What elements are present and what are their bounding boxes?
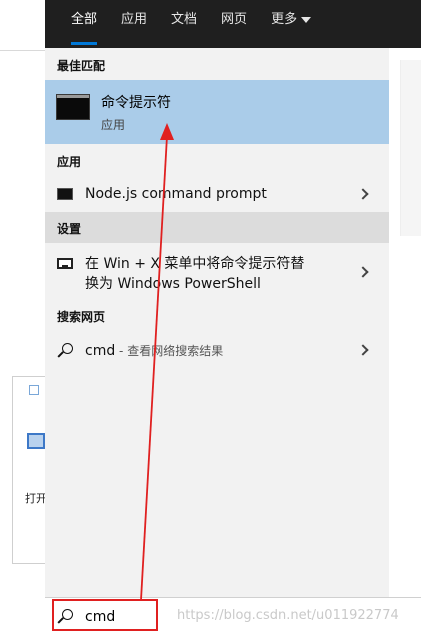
console-icon bbox=[56, 94, 90, 120]
background-divider bbox=[0, 50, 45, 51]
web-suffix: - 查看网络搜索结果 bbox=[115, 344, 224, 358]
web-search-result[interactable]: cmd - 查看网络搜索结果 bbox=[45, 333, 389, 369]
section-settings: 设置 bbox=[57, 222, 82, 236]
background-window-bottom bbox=[0, 566, 45, 634]
web-query: cmd bbox=[85, 343, 116, 359]
best-match-name: 命令提示符 bbox=[101, 95, 171, 111]
best-match-type: 应用 bbox=[101, 118, 126, 132]
tab-all[interactable]: 全部 bbox=[59, 0, 109, 48]
tab-apps[interactable]: 应用 bbox=[109, 0, 159, 48]
section-web-search: 搜索网页 bbox=[57, 310, 106, 324]
console-icon bbox=[57, 188, 73, 200]
search-results-panel: 全部 应用 文档 网页 更多 最佳匹配 命令提示符 应用 应用 Node.js … bbox=[45, 0, 421, 597]
best-match-result[interactable]: 命令提示符 应用 bbox=[45, 80, 389, 144]
section-apps: 应用 bbox=[57, 155, 82, 169]
watermark: https://blog.csdn.net/u011922774 bbox=[177, 608, 399, 623]
chevron-down-icon bbox=[301, 16, 312, 23]
app-result-label: Node.js command prompt bbox=[85, 186, 267, 202]
settings-result-line2: 换为 Windows PowerShell bbox=[85, 276, 261, 292]
dialog-image-icon bbox=[27, 433, 45, 449]
dialog-text: 打开 bbox=[25, 492, 47, 505]
settings-section-band bbox=[45, 212, 389, 243]
section-best-match: 最佳匹配 bbox=[57, 59, 106, 73]
tab-more[interactable]: 更多 bbox=[259, 0, 323, 48]
annotation-highlight-box bbox=[52, 599, 158, 631]
search-tabs-bar: 全部 应用 文档 网页 更多 bbox=[45, 0, 421, 48]
chevron-right-icon[interactable] bbox=[357, 188, 369, 200]
search-icon bbox=[57, 343, 73, 359]
dialog-title-icon bbox=[29, 385, 39, 395]
app-result-nodejs[interactable]: Node.js command prompt bbox=[45, 177, 389, 212]
chevron-right-icon[interactable] bbox=[357, 344, 369, 356]
monitor-icon bbox=[57, 258, 73, 269]
chevron-right-icon[interactable] bbox=[357, 266, 369, 278]
tab-documents[interactable]: 文档 bbox=[159, 0, 209, 48]
tab-web[interactable]: 网页 bbox=[209, 0, 259, 48]
background-window-panel bbox=[400, 60, 421, 236]
settings-result[interactable]: 在 Win + X 菜单中将命令提示符替 换为 Windows PowerShe… bbox=[45, 250, 389, 296]
settings-result-line1: 在 Win + X 菜单中将命令提示符替 bbox=[85, 256, 305, 272]
